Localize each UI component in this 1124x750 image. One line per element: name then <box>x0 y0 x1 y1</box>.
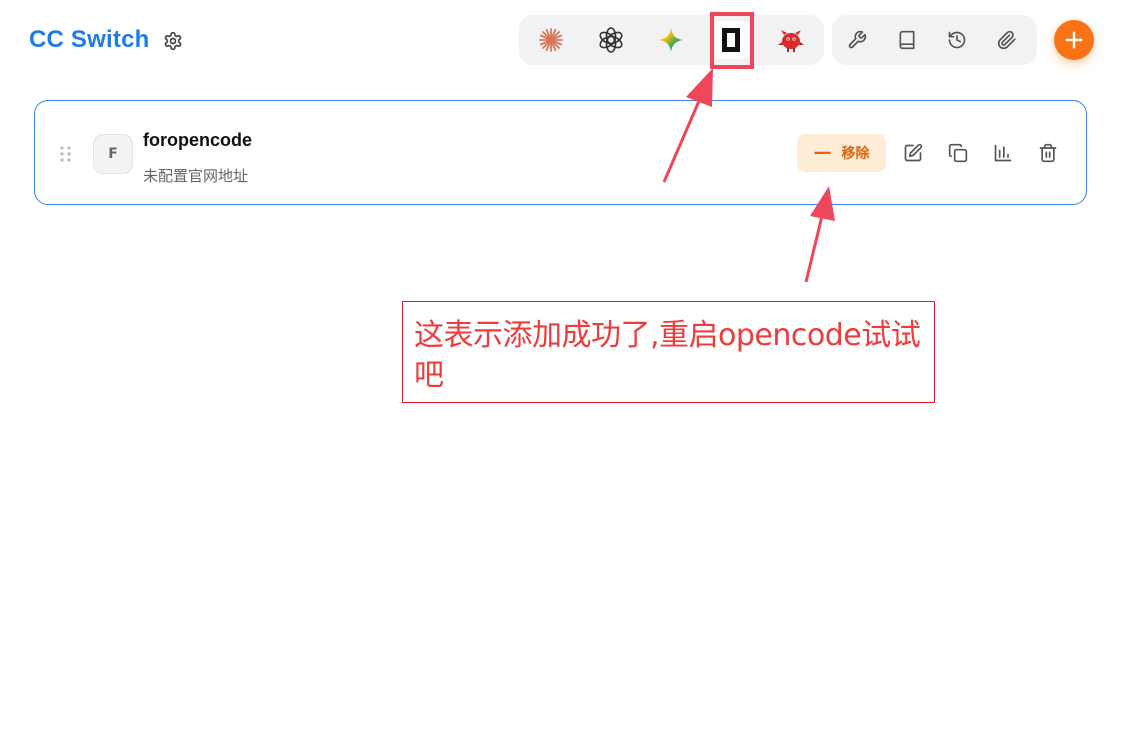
grip-icon <box>60 146 71 162</box>
prompts-button[interactable] <box>889 22 925 58</box>
history-icon <box>948 31 966 49</box>
app-bird-button[interactable] <box>771 21 811 59</box>
delete-button[interactable] <box>1036 141 1060 165</box>
edit-icon <box>904 143 923 162</box>
minus-icon: — <box>813 142 832 163</box>
app-title: CC Switch <box>29 26 150 53</box>
annotation-note: 这表示添加成功了,重启opencode试试吧 <box>402 301 935 403</box>
history-button[interactable] <box>939 22 975 58</box>
plus-icon <box>1065 31 1083 49</box>
app-switcher <box>519 15 824 65</box>
attachments-button[interactable] <box>989 22 1025 58</box>
app-gemini-button[interactable] <box>651 21 691 59</box>
claude-starburst-icon <box>539 28 563 52</box>
wrench-icon <box>848 30 867 49</box>
provider-card[interactable]: F foropencode 未配置官网地址 — 移除 <box>34 100 1087 205</box>
book-icon <box>899 30 915 50</box>
settings-button[interactable] <box>160 28 186 54</box>
gemini-sparkle-icon <box>659 28 683 52</box>
copy-icon <box>948 143 968 163</box>
remove-button[interactable]: — 移除 <box>797 134 886 172</box>
provider-website-status: 未配置官网地址 <box>143 167 249 185</box>
app-claude-button[interactable] <box>531 21 571 59</box>
avatar: F <box>93 134 133 174</box>
provider-name: foropencode <box>143 130 253 150</box>
opencode-square-icon <box>722 28 740 52</box>
duplicate-button[interactable] <box>946 141 970 165</box>
app-openai-button[interactable] <box>591 21 631 59</box>
app-opencode-button[interactable] <box>711 21 751 59</box>
openai-knot-icon <box>599 27 623 53</box>
tools-toolbar <box>832 15 1037 65</box>
paperclip-icon <box>997 30 1016 50</box>
red-bird-icon <box>778 30 804 52</box>
add-provider-button[interactable] <box>1054 20 1094 60</box>
gear-icon <box>164 31 182 51</box>
trash-icon <box>1039 143 1057 163</box>
edit-button[interactable] <box>901 141 925 165</box>
chart-icon <box>994 144 1012 162</box>
usage-stats-button[interactable] <box>991 141 1015 165</box>
skills-button[interactable] <box>839 22 875 58</box>
remove-button-label: 移除 <box>841 146 870 162</box>
drag-handle[interactable] <box>59 145 73 163</box>
